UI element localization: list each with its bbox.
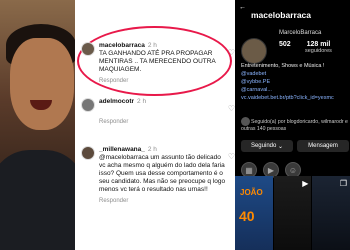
bio-line[interactable]: @vybbe.PE	[241, 78, 349, 86]
avatar[interactable]	[81, 42, 95, 56]
avatar	[241, 117, 250, 126]
profile-actions: Seguindo ⌄ Mensagem	[241, 140, 349, 152]
comment-text: TA GANHANDO ATÉ PRA PROPAGAR MENTIRAS ..…	[99, 50, 216, 73]
post-thumbnail[interactable]: ❐	[312, 176, 350, 250]
comment-time: 2 h	[147, 42, 157, 49]
comments-panel: macelobarraca 2 h TA GANHANDO ATÉ PRA PRO…	[75, 0, 235, 250]
person-photo	[0, 0, 75, 250]
back-icon[interactable]: ←	[239, 4, 246, 11]
comment-body: _millenawana_ 2 h @macelobarraca um assun…	[99, 146, 227, 205]
bio-line[interactable]: @carnaval...	[241, 86, 349, 94]
reply-button[interactable]: Responder	[99, 118, 227, 126]
message-button[interactable]: Mensagem	[297, 140, 349, 152]
followers-stat[interactable]: 128 mil seguidores	[305, 41, 332, 54]
followers-label: seguidores	[305, 48, 332, 54]
comment-body: adelmocotr 2 h Responder	[99, 98, 227, 126]
reply-button[interactable]: Responder	[99, 197, 227, 205]
post-thumbnail[interactable]: ▶	[273, 176, 312, 250]
reel-icon: ▶	[302, 179, 309, 188]
person-shirt	[0, 150, 75, 250]
profile-bio: Entretenimento, Shows e Música ! @vadebe…	[241, 62, 349, 102]
comment-user[interactable]: macelobarraca	[99, 42, 145, 49]
posts-grid: JOÃO 40 ▶ ❐	[235, 176, 350, 250]
following-label: Seguindo	[250, 143, 277, 149]
followed-by[interactable]: Seguido(a) por blogdoricardo, wilmarodr …	[241, 117, 349, 132]
comment-user[interactable]: _millenawana_	[99, 146, 145, 153]
comment-text: @macelobarraca um assunto tão delicado v…	[99, 154, 226, 193]
followed-by-text: Seguido(a) por blogdoricardo, wilmarodr …	[241, 118, 348, 132]
heart-icon[interactable]: ♡	[228, 104, 235, 113]
comment-time: 2 h	[137, 98, 147, 105]
avatar[interactable]	[81, 146, 95, 160]
heart-icon[interactable]: ♡	[228, 152, 235, 161]
comment-body: macelobarraca 2 h TA GANHANDO ATÉ PRA PRO…	[99, 42, 227, 85]
post-thumbnail[interactable]: JOÃO 40	[235, 176, 273, 250]
avatar[interactable]	[81, 98, 95, 112]
profile-avatar[interactable]	[241, 38, 267, 64]
carousel-icon: ❐	[339, 179, 348, 188]
bio-line: Entretenimento, Shows e Música !	[241, 63, 325, 69]
bio-line[interactable]: @vadebet	[241, 70, 349, 78]
following-button[interactable]: Seguindo ⌄	[241, 140, 293, 152]
comment-time: 2 h	[147, 146, 157, 153]
profile-handle: macelobarraca	[251, 10, 312, 20]
person-head	[10, 38, 74, 130]
profile-name: MarceloBarraca	[279, 30, 322, 36]
post-title: JOÃO	[240, 188, 263, 197]
posts-count: 502	[279, 41, 291, 48]
profile-panel: ← macelobarraca MarceloBarraca 502 128 m…	[235, 0, 350, 250]
profile-link[interactable]: vc.vaidebet.bet.br/ptb?click_id=yesmc	[241, 94, 349, 102]
followers-count: 128 mil	[306, 41, 331, 48]
comment-user[interactable]: adelmocotr	[99, 98, 134, 105]
heart-icon[interactable]: ♡	[228, 48, 235, 57]
reply-button[interactable]: Responder	[99, 77, 227, 85]
posts-stat[interactable]: 502	[279, 41, 291, 48]
post-number: 40	[239, 208, 255, 224]
